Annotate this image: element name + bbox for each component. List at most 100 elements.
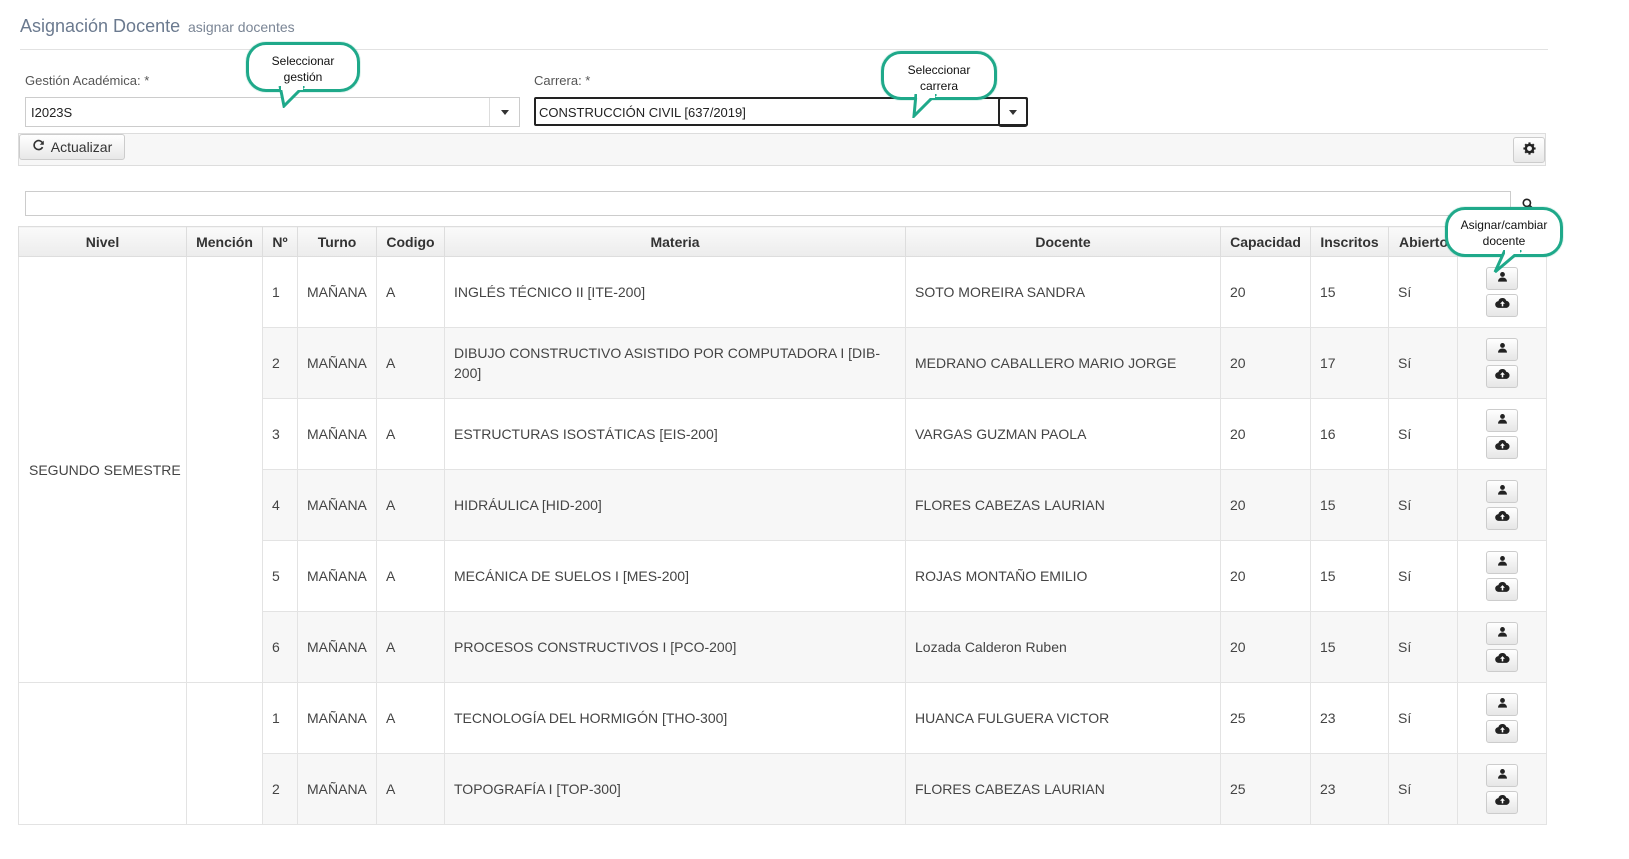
cell-inscritos: 23 (1310, 682, 1389, 754)
upload-button[interactable] (1486, 436, 1518, 459)
cell-actions (1457, 469, 1547, 541)
cell-turno: MAÑANA (297, 753, 377, 825)
toolbar: Actualizar (18, 133, 1546, 166)
cell-abierto: Sí (1388, 682, 1458, 754)
gestion-select[interactable]: I2023S (25, 97, 520, 127)
cell-numero: 6 (262, 611, 298, 683)
user-icon (1497, 342, 1508, 356)
cell-abierto: Sí (1388, 540, 1458, 612)
cell-abierto: Sí (1388, 256, 1458, 328)
refresh-icon (32, 139, 45, 155)
cell-materia: MECÁNICA DE SUELOS I [MES-200] (444, 540, 906, 612)
col-nivel[interactable]: Nivel (18, 226, 187, 257)
cloud-upload-icon (1494, 440, 1510, 454)
cell-actions (1457, 398, 1547, 470)
upload-button[interactable] (1486, 578, 1518, 601)
cloud-upload-icon (1494, 724, 1510, 738)
cell-inscritos: 16 (1310, 398, 1389, 470)
cell-docente: FLORES CABEZAS LAURIAN (905, 753, 1221, 825)
search-bar (25, 191, 1541, 216)
refresh-button[interactable]: Actualizar (19, 134, 125, 160)
cell-materia: INGLÉS TÉCNICO II [ITE-200] (444, 256, 906, 328)
col-numero[interactable]: Nº (262, 226, 298, 257)
assign-docente-button[interactable] (1486, 551, 1518, 574)
cell-numero: 4 (262, 469, 298, 541)
cell-actions (1457, 682, 1547, 754)
cell-codigo: A (376, 611, 445, 683)
settings-button[interactable] (1513, 137, 1545, 163)
cell-materia: ESTRUCTURAS ISOSTÁTICAS [EIS-200] (444, 398, 906, 470)
cell-materia: DIBUJO CONSTRUCTIVO ASISTIDO POR COMPUTA… (444, 327, 906, 399)
assign-docente-button[interactable] (1486, 693, 1518, 716)
page-header: Asignación Docente asignar docentes (20, 14, 1548, 50)
col-docente[interactable]: Docente (905, 226, 1221, 257)
cell-inscritos: 15 (1310, 611, 1389, 683)
cell-docente: SOTO MOREIRA SANDRA (905, 256, 1221, 328)
col-mencion[interactable]: Mención (186, 226, 263, 257)
cell-capacidad: 20 (1220, 540, 1311, 612)
cloud-upload-icon (1494, 511, 1510, 525)
upload-button[interactable] (1486, 294, 1518, 317)
upload-button[interactable] (1486, 720, 1518, 743)
callout-carrera-tail (912, 94, 938, 118)
assign-docente-button[interactable] (1486, 480, 1518, 503)
user-icon (1497, 768, 1508, 782)
cell-turno: MAÑANA (297, 398, 377, 470)
upload-button[interactable] (1486, 365, 1518, 388)
carrera-select[interactable]: CONSTRUCCIÓN CIVIL [637/2019] (534, 97, 1028, 127)
cell-turno: MAÑANA (297, 256, 377, 328)
callout-gestion-tail (278, 86, 306, 108)
col-inscritos[interactable]: Inscritos (1310, 226, 1389, 257)
col-turno[interactable]: Turno (297, 226, 377, 257)
cell-mencion (186, 256, 263, 683)
cell-capacidad: 25 (1220, 753, 1311, 825)
cell-actions (1457, 327, 1547, 399)
cell-inscritos: 15 (1310, 540, 1389, 612)
assign-docente-button[interactable] (1486, 409, 1518, 432)
chevron-down-icon[interactable] (489, 98, 519, 126)
cell-turno: MAÑANA (297, 682, 377, 754)
cell-docente: ROJAS MONTAÑO EMILIO (905, 540, 1221, 612)
table-row: 1 MAÑANA A TECNOLOGÍA DEL HORMIGÓN [THO-300… (18, 682, 1547, 825)
cell-actions (1457, 753, 1547, 825)
cell-turno: MAÑANA (297, 540, 377, 612)
cell-abierto: Sí (1388, 398, 1458, 470)
cell-abierto: Sí (1388, 753, 1458, 825)
cell-materia: TOPOGRAFÍA I [TOP-300] (444, 753, 906, 825)
col-codigo[interactable]: Codigo (376, 226, 445, 257)
cell-codigo: A (376, 327, 445, 399)
cell-abierto: Sí (1388, 611, 1458, 683)
cell-numero: 1 (262, 256, 298, 328)
upload-button[interactable] (1486, 791, 1518, 814)
cell-materia: HIDRÁULICA [HID-200] (444, 469, 906, 541)
gestion-label: Gestión Académica: * (25, 73, 150, 88)
upload-button[interactable] (1486, 507, 1518, 530)
cell-actions (1457, 611, 1547, 683)
col-materia[interactable]: Materia (444, 226, 906, 257)
cell-codigo: A (376, 540, 445, 612)
callout-gestion-text: Seleccionar gestión (271, 54, 335, 84)
cell-capacidad: 20 (1220, 327, 1311, 399)
user-icon (1497, 484, 1508, 498)
callout-docente-tail (1493, 250, 1522, 274)
cloud-upload-icon (1494, 582, 1510, 596)
cell-capacidad: 20 (1220, 469, 1311, 541)
search-input[interactable] (25, 191, 1511, 216)
assignment-table: Nivel Mención Nº Turno Codigo Materia Do… (18, 226, 1547, 825)
cell-codigo: A (376, 469, 445, 541)
cell-docente: VARGAS GUZMAN PAOLA (905, 398, 1221, 470)
upload-button[interactable] (1486, 649, 1518, 672)
assign-docente-button[interactable] (1486, 764, 1518, 787)
cell-inscritos: 15 (1310, 469, 1389, 541)
assign-docente-button[interactable] (1486, 338, 1518, 361)
cell-actions (1457, 540, 1547, 612)
cloud-upload-icon (1494, 369, 1510, 383)
col-capacidad[interactable]: Capacidad (1220, 226, 1311, 257)
assign-docente-button[interactable] (1486, 622, 1518, 645)
cell-docente: Lozada Calderon Ruben (905, 611, 1221, 683)
cell-inscritos: 15 (1310, 256, 1389, 328)
page-subtitle: asignar docentes (188, 19, 295, 35)
cell-codigo: A (376, 682, 445, 754)
cell-codigo: A (376, 753, 445, 825)
chevron-down-icon[interactable] (998, 97, 1028, 127)
